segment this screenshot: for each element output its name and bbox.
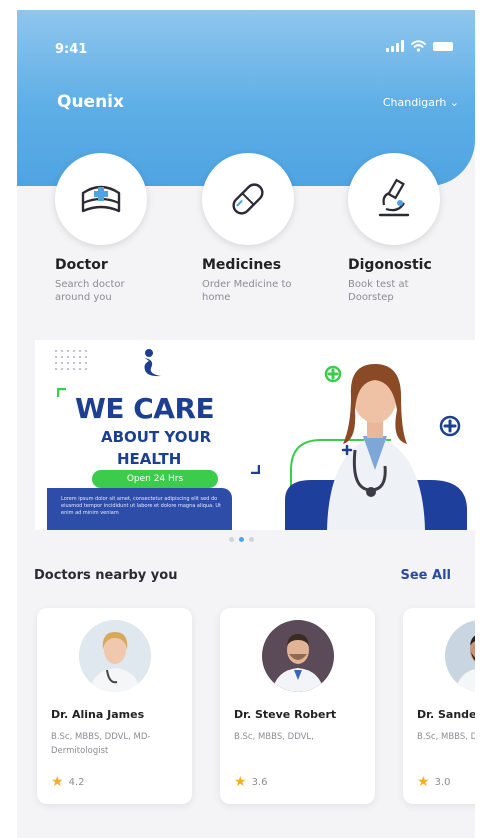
star-icon: ★ [234,774,247,790]
promo-banner[interactable]: WE CARE ABOUT YOUR HEALTH Open 24 Hrs Lo… [35,340,475,530]
service-diagnostic[interactable]: Digonostic Book test at Doorstep [348,153,475,304]
service-doctor[interactable]: Doctor Search doctor around you [55,153,205,304]
doctor-qualification: B.Sc, MBBS, D Dermitologi [417,732,475,742]
wifi-icon [411,40,426,52]
corner-mark-left-icon [57,388,66,397]
signal-icon [386,40,404,52]
microscope-icon [378,178,410,217]
app-screen: 9:41 Quenix Chandigarh ⌄ Doctor Search d… [17,10,475,838]
doctor-qualification: B.Sc, MBBS, DDVL, [234,732,314,742]
status-icons [386,40,453,52]
banner-fine-print: Lorem ipsum dolor sit amet, consectetur … [61,496,221,516]
service-doctor-title: Doctor [55,257,108,273]
banner-doctor-illustration [285,364,467,530]
doctor-card[interactable]: Dr. Sandeep B.Sc, MBBS, D Dermitologi ★ … [403,608,475,804]
service-medicines-circle[interactable] [202,153,294,245]
doctor-card[interactable]: Dr. Alina James B.Sc, MBBS, DDVL, MD- De… [37,608,192,804]
service-medicines-title: Medicines [202,257,282,273]
carousel-indicator [229,537,254,542]
star-icon: ★ [51,774,64,790]
doctor-name: Dr. Alina James [51,708,145,721]
doctor-card[interactable]: Dr. Steve Robert B.Sc, MBBS, DDVL, ★ 3.6 [220,608,375,804]
banner-subline: ABOUT YOUR [101,428,212,446]
carousel-dot-active[interactable] [239,537,244,542]
service-diagnostic-circle[interactable] [348,153,440,245]
battery-icon [433,42,453,51]
doctor-avatar [262,620,334,692]
doctor-rating: ★ 4.2 [51,774,84,790]
doctor-avatar [445,620,475,692]
location-selector[interactable]: Chandigarh ⌄ [383,96,459,109]
service-medicines[interactable]: Medicines Order Medicine to home [202,153,352,304]
banner-headline: WE CARE [75,392,215,425]
carousel-dot[interactable] [229,537,234,542]
decorative-dot-grid [53,348,89,370]
service-diagnostic-sub: Book test at Doorstep [348,279,409,303]
open-hours-badge: Open 24 Hrs [92,470,218,488]
doctor-name: Dr. Sandeep [417,708,475,721]
app-brand: Quenix [57,92,124,112]
service-doctor-circle[interactable] [55,153,147,245]
nurse-cap-icon [81,185,121,213]
doctor-name: Dr. Steve Robert [234,708,337,721]
doctor-qualification: B.Sc, MBBS, DDVL, MD- Dermitologist [51,732,151,756]
carousel-dot[interactable] [249,537,254,542]
doctor-rating-value: 3.6 [251,776,268,788]
service-diagnostic-title: Digonostic [348,257,432,273]
status-time: 9:41 [55,42,88,57]
doctor-rating: ★ 3.6 [234,774,267,790]
see-all-link[interactable]: See All [401,568,452,583]
doctor-rating-value: 3.0 [434,776,451,788]
star-icon: ★ [417,774,430,790]
logo-mark-icon [144,349,161,377]
doctor-rating-value: 4.2 [68,776,85,788]
doctor-rating: ★ 3.0 [417,774,450,790]
corner-mark-right-icon [251,465,260,474]
service-doctor-sub: Search doctor around you [55,279,125,303]
doctors-nearby-heading: Doctors nearby you [34,568,178,583]
service-medicines-sub: Order Medicine to home [202,279,292,303]
doctor-avatar [79,620,151,692]
pill-capsule-icon [232,183,264,215]
banner-subline-2: HEALTH [117,450,182,468]
